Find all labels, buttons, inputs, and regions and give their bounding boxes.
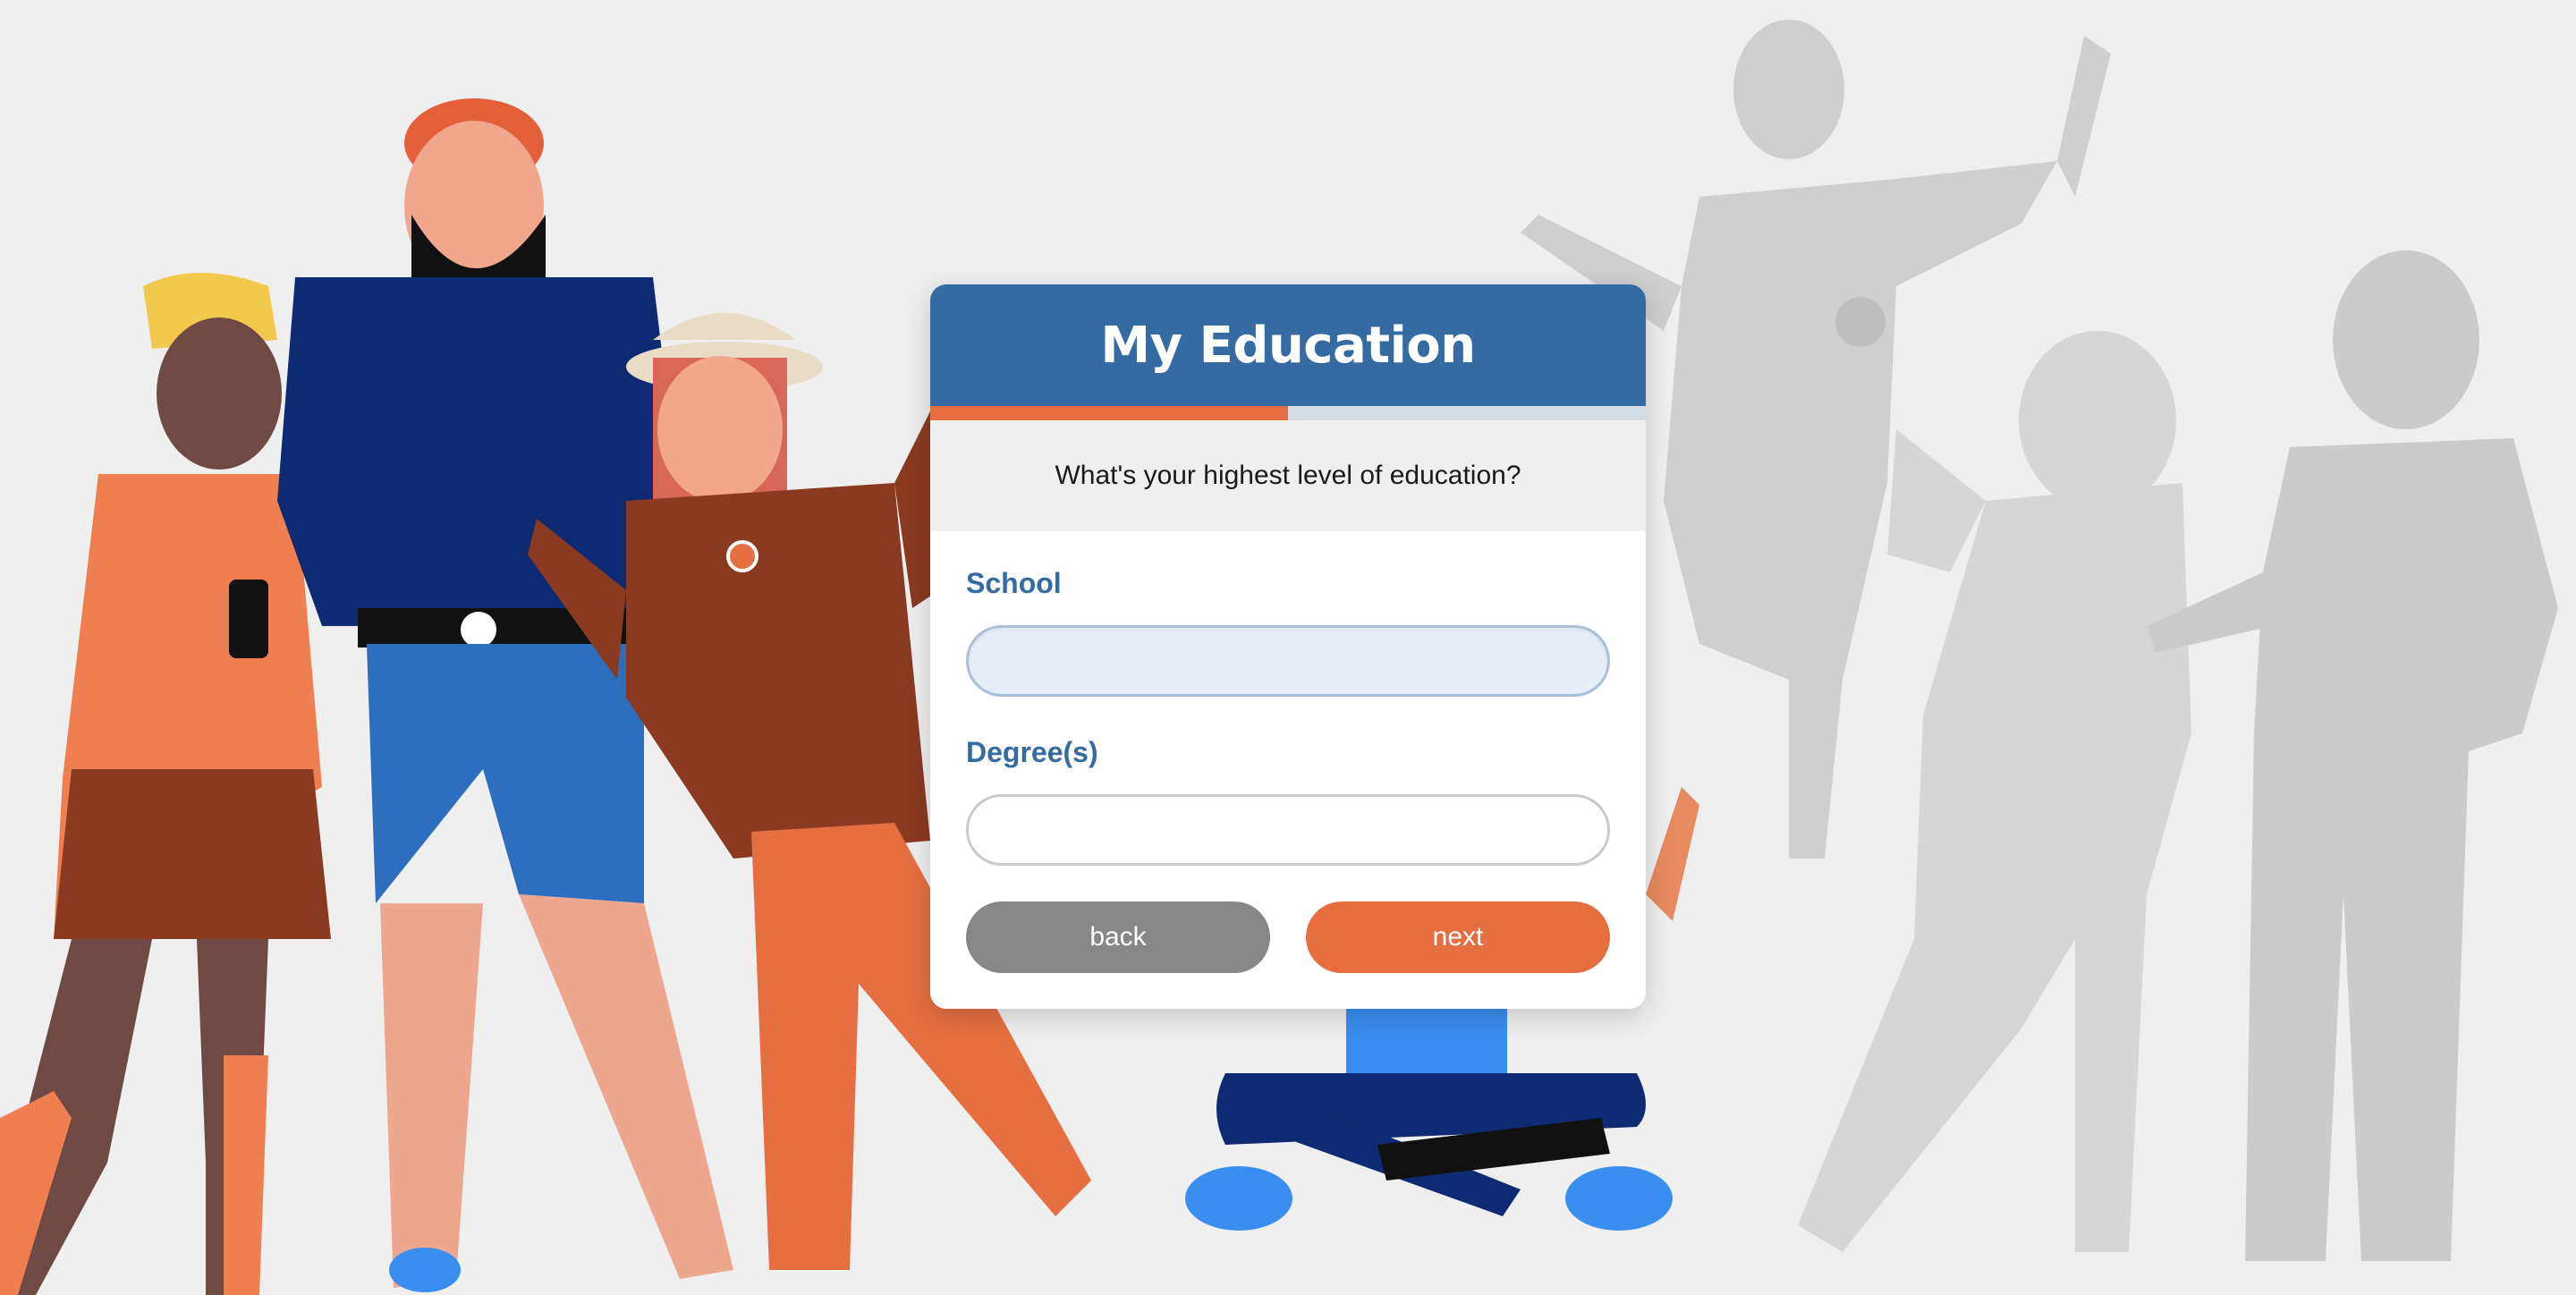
school-label: School: [966, 567, 1062, 599]
woman-figure-left: [0, 273, 331, 1295]
app-stage: My Education What's your highest level o…: [0, 0, 2576, 1295]
school-input[interactable]: [966, 625, 1610, 697]
progress-bar: [930, 406, 1646, 420]
education-form-card: My Education What's your highest level o…: [930, 284, 1646, 1009]
man-figure-faded: [2147, 250, 2558, 1261]
degrees-label: Degree(s): [966, 736, 1098, 768]
form-body: School Degree(s) back next: [930, 531, 1646, 973]
degrees-field-group: Degree(s): [966, 736, 1610, 866]
next-button[interactable]: next: [1306, 901, 1610, 973]
question-text: What's your highest level of education?: [1055, 461, 1521, 490]
degrees-input[interactable]: [966, 794, 1610, 866]
question-band: What's your highest level of education?: [930, 420, 1646, 531]
card-header: My Education: [930, 284, 1646, 406]
school-field-group: School: [966, 567, 1610, 697]
page-title: My Education: [1100, 316, 1476, 375]
button-row: back next: [966, 901, 1610, 973]
progress-bar-fill: [930, 406, 1288, 420]
back-button[interactable]: back: [966, 901, 1270, 973]
